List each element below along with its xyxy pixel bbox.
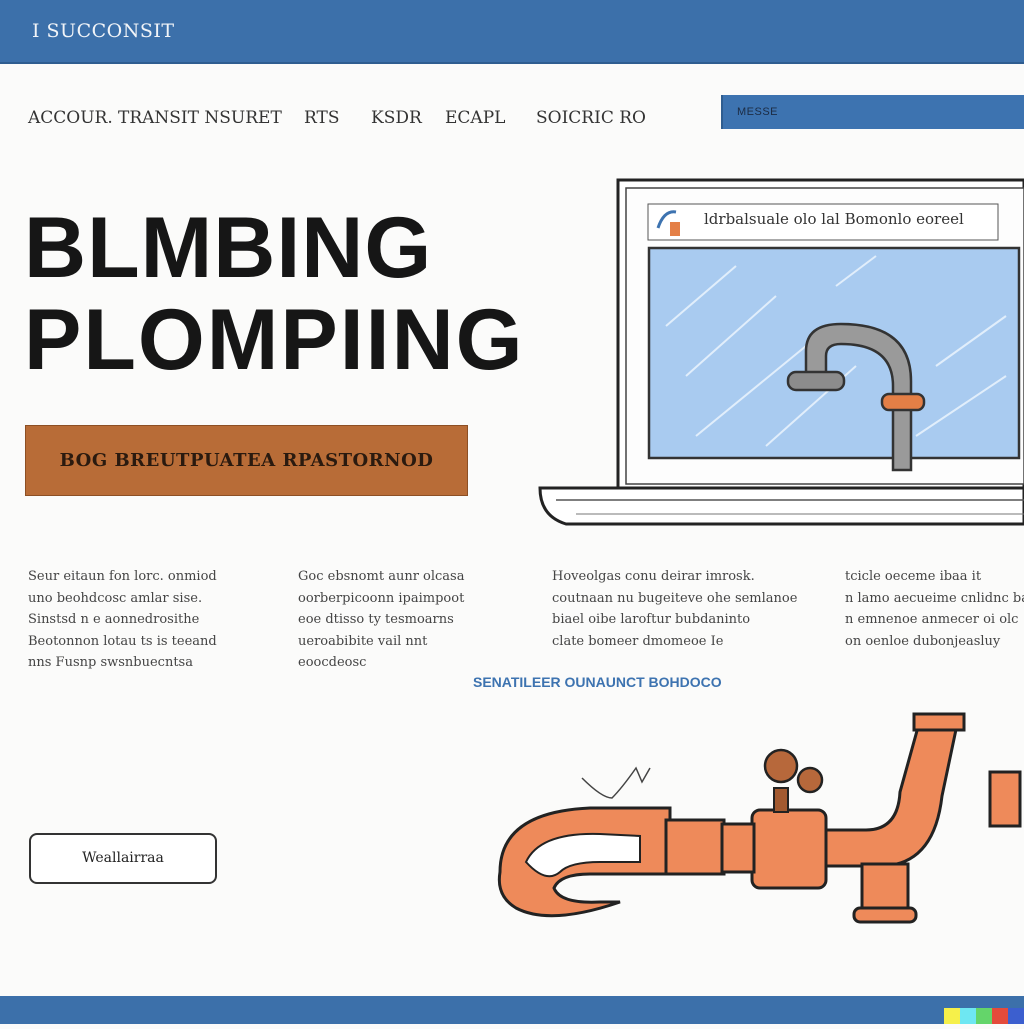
center-link[interactable]: SENATILEER OUNAUNCT BOHDOCO <box>473 674 722 690</box>
column-line: oorberpicoonn ipaimpoot <box>298 590 465 606</box>
column-line: nns Fusnp swsnbuecntsa <box>28 655 193 670</box>
column-line: Hoveolgas conu deirar imrosk. <box>552 569 755 584</box>
hero-title-line1: BLMBING <box>24 200 433 296</box>
column-line: Beotonnon lotau ts is teeand <box>28 633 217 649</box>
laptop-svg <box>538 178 1024 526</box>
column-line: tcicle oeceme ibaa it <box>845 569 982 584</box>
column-line: Sinstsd n e aonnedrosithe <box>28 612 200 627</box>
browser-address-text: ldrbalsuale olo lal Bomonlo eoreel <box>704 210 964 228</box>
column-line: ueroabibite vail nnt <box>298 633 428 649</box>
swatch-cyan <box>960 1008 976 1024</box>
swatch-red <box>992 1008 1008 1024</box>
nav-item-accour[interactable]: ACCOUR. <box>28 108 113 128</box>
nav-item-transit[interactable]: TRANSIT NSURET <box>118 108 282 128</box>
column-line: uno beohdcosc amlar sise. <box>28 590 203 606</box>
brand-logo[interactable]: I SUCCONSIT <box>32 20 175 42</box>
nav-cta-label: MESSE <box>737 106 779 118</box>
column-line: Goc ebsnomt aunr olcasa <box>298 569 465 584</box>
column-line: coutnaan nu bugeiteve ohe semlanoe <box>552 590 798 606</box>
nav-item-rts[interactable]: RTS <box>304 108 340 128</box>
nav-item-ksdr[interactable]: KSDR <box>371 108 422 128</box>
hero-title-line2: PLOMPIING <box>24 292 525 388</box>
column-line: eoocdeosc <box>298 655 367 670</box>
hero-cta-label: BOG BREUTPUATEA RPASTORNOD <box>59 450 434 471</box>
outline-button[interactable]: Weallairraa <box>29 833 217 884</box>
column-line: n emnenoe anmecer oi olc <box>845 612 1019 627</box>
main-nav: ACCOUR. TRANSIT NSURET RTS KSDR ECAPL SO… <box>0 108 700 134</box>
swatch-yellow <box>944 1008 960 1024</box>
hero-cta-button[interactable]: BOG BREUTPUATEA RPASTORNOD <box>25 425 468 496</box>
nav-item-soicric[interactable]: SOICRIC RO <box>536 108 646 128</box>
text-column-4: tcicle oeceme ibaa it n lamo aecueime cn… <box>845 566 1024 652</box>
column-line: Seur eitaun fon lorc. onmiod <box>28 569 217 584</box>
column-line: clate bomeer dmomeoe Ie <box>552 633 724 649</box>
wrench-pipe-illustration <box>490 712 1024 934</box>
swatch-green <box>976 1008 992 1024</box>
footer-bar <box>0 996 1024 1024</box>
column-line: n lamo aecueime cnlidnc bavbutn <box>845 590 1024 606</box>
color-swatches <box>944 1008 1024 1024</box>
text-column-1: Seur eitaun fon lorc. onmiod uno beohdco… <box>28 566 278 674</box>
laptop-illustration: ldrbalsuale olo lal Bomonlo eoreel <box>536 176 1024 528</box>
column-line: biael oibe laroftur bubdaninto <box>552 612 751 627</box>
column-line: eoe dtisso ty tesmoarns <box>298 612 454 627</box>
nav-item-ecapl[interactable]: ECAPL <box>445 108 505 128</box>
swatch-blue <box>1008 1008 1024 1024</box>
header-bar: I SUCCONSIT <box>0 0 1024 64</box>
column-line: on oenloe dubonjeasluy <box>845 633 1001 649</box>
hero-title: BLMBING PLOMPIING <box>24 205 604 383</box>
text-column-2: Goc ebsnomt aunr olcasa oorberpicoonn ip… <box>298 566 528 674</box>
wrench-pipe-svg <box>497 712 1022 924</box>
text-column-3: Hoveolgas conu deirar imrosk. coutnaan n… <box>552 566 842 652</box>
outline-button-label: Weallairraa <box>82 850 164 866</box>
nav-cta-button[interactable]: MESSE <box>721 95 1024 129</box>
